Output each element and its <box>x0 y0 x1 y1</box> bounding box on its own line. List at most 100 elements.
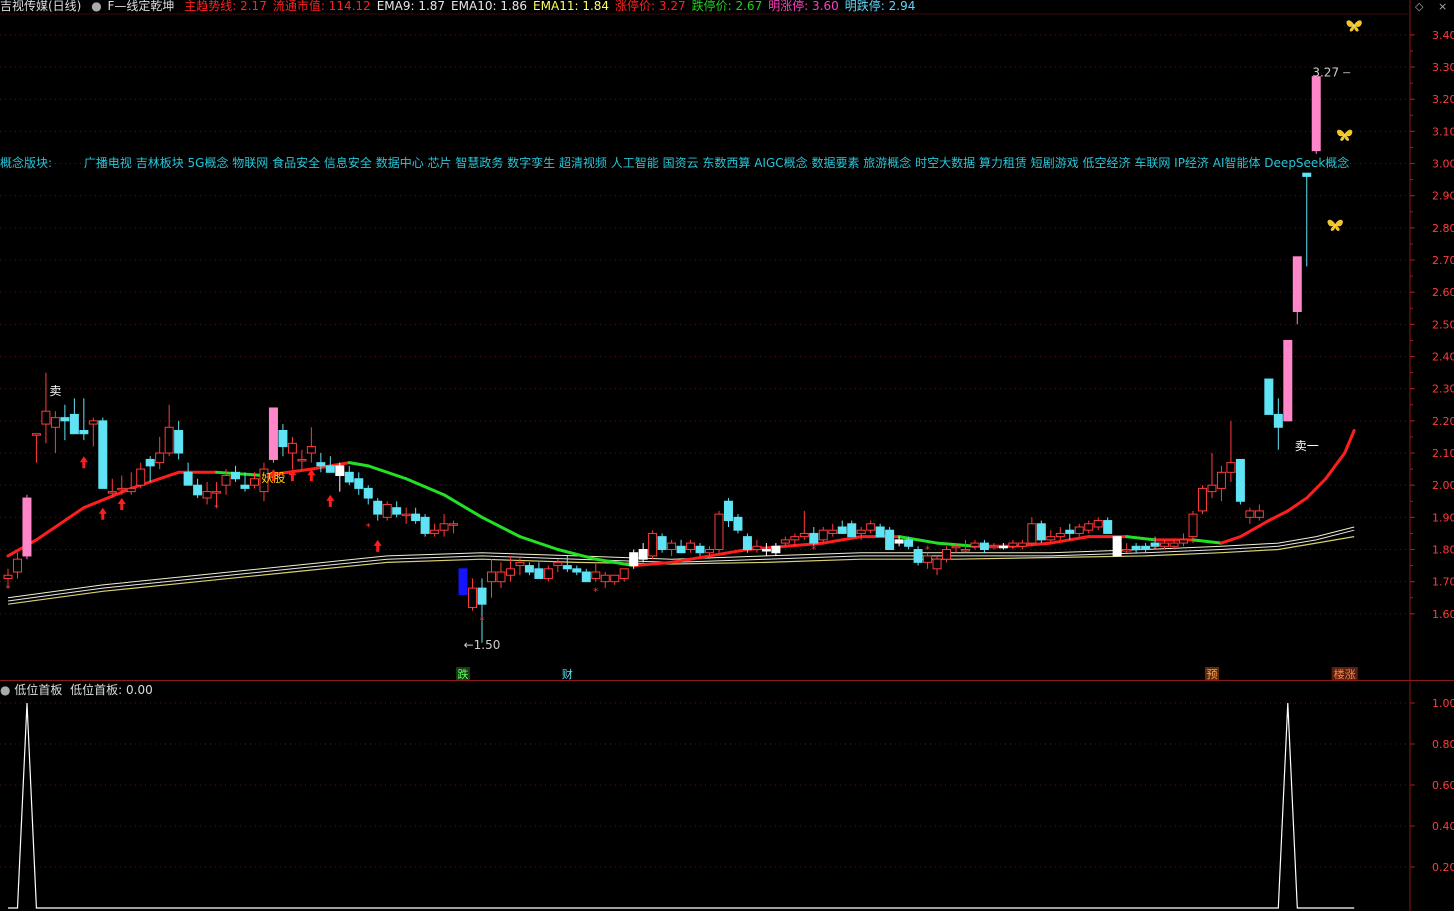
candle-body[interactable] <box>401 513 411 517</box>
candle-body[interactable] <box>430 529 440 534</box>
candle-body[interactable] <box>818 529 828 541</box>
candle-body[interactable] <box>1008 542 1018 547</box>
sub-indicator-name[interactable]: 低位首板 <box>14 683 62 697</box>
candle-body[interactable] <box>297 458 307 462</box>
candle-body[interactable] <box>591 571 601 579</box>
candle-body[interactable] <box>468 587 478 608</box>
candle-body[interactable] <box>913 549 923 563</box>
collapse-circle-icon[interactable]: ● <box>0 683 10 697</box>
candle-body[interactable] <box>316 462 326 467</box>
candle-body[interactable] <box>581 571 591 583</box>
candle-body[interactable] <box>3 574 13 579</box>
candle-body[interactable] <box>126 487 136 493</box>
candle-body[interactable] <box>306 446 316 454</box>
candle-body[interactable] <box>979 542 989 551</box>
candle-body[interactable] <box>1103 520 1113 534</box>
candle-body[interactable] <box>1235 458 1245 502</box>
candle-body[interactable] <box>885 529 895 551</box>
candle-body[interactable] <box>904 539 914 547</box>
candle-body[interactable] <box>1027 523 1037 544</box>
candle-body[interactable] <box>875 526 885 538</box>
candle-body[interactable] <box>752 545 762 551</box>
candle-body[interactable] <box>382 503 392 518</box>
candle-body[interactable] <box>1264 378 1274 415</box>
candle-body[interactable] <box>1084 523 1094 531</box>
candle-body[interactable] <box>12 558 22 573</box>
candle-body[interactable] <box>363 487 373 499</box>
candle-body[interactable] <box>562 565 572 570</box>
chart-canvas[interactable]: 3.40 3.30 3.20 3.10 3.00 2.90 2.80 2.70 2.60 2.50… <box>0 0 1454 911</box>
candle-body[interactable] <box>373 500 383 515</box>
candle-body[interactable] <box>183 471 193 486</box>
event-marker-label[interactable]: 财 <box>562 667 573 681</box>
candle-body[interactable] <box>50 417 60 428</box>
candle-body[interactable] <box>1311 76 1321 152</box>
candle-body[interactable] <box>1283 339 1293 422</box>
candle-body[interactable] <box>231 471 241 480</box>
candle-body[interactable] <box>1112 536 1122 557</box>
candle-body[interactable] <box>790 536 800 541</box>
candle-body[interactable] <box>354 478 364 489</box>
candle-body[interactable] <box>572 568 582 573</box>
candle-body[interactable] <box>1197 487 1207 512</box>
candle-body[interactable] <box>894 539 904 544</box>
candle-body[interactable] <box>1207 484 1217 493</box>
candle-body[interactable] <box>392 507 402 515</box>
candle-body[interactable] <box>449 523 459 526</box>
candle-body[interactable] <box>1216 471 1226 489</box>
candle-body[interactable] <box>856 529 866 534</box>
candle-body[interactable] <box>923 555 933 563</box>
candle-body[interactable] <box>951 545 961 549</box>
candle-body[interactable] <box>771 545 781 554</box>
candle-body[interactable] <box>287 442 297 454</box>
candle-body[interactable] <box>847 523 857 538</box>
candle-body[interactable] <box>705 549 715 554</box>
candle-body[interactable] <box>69 413 79 435</box>
candle-body[interactable] <box>107 491 117 494</box>
candle-body[interactable] <box>439 523 449 531</box>
candle-body[interactable] <box>638 549 648 560</box>
candle-body[interactable] <box>344 471 354 483</box>
candle-body[interactable] <box>420 516 430 534</box>
candle-body[interactable] <box>733 516 743 531</box>
candle-body[interactable] <box>1065 529 1075 534</box>
candle-body[interactable] <box>477 587 487 605</box>
event-marker-label[interactable]: 预 <box>1206 668 1217 681</box>
candle-body[interactable] <box>695 545 705 554</box>
candle-body[interactable] <box>249 478 259 486</box>
candle-body[interactable] <box>989 545 999 549</box>
candle-body[interactable] <box>610 574 620 583</box>
candle-body[interactable] <box>1273 413 1283 428</box>
candle-body[interactable] <box>325 465 335 473</box>
candle-body[interactable] <box>942 549 952 560</box>
candle-body[interactable] <box>41 410 51 425</box>
candle-body[interactable] <box>629 552 639 567</box>
candle-body[interactable] <box>88 420 98 425</box>
candle-body[interactable] <box>278 429 288 448</box>
candle-body[interactable] <box>837 526 847 534</box>
candle-body[interactable] <box>686 542 696 551</box>
candle-body[interactable] <box>212 491 222 494</box>
candle-body[interactable] <box>411 513 421 522</box>
candle-body[interactable] <box>496 571 506 583</box>
candle-body[interactable] <box>1254 510 1264 518</box>
candle-body[interactable] <box>268 407 278 460</box>
candle-body[interactable] <box>1160 542 1170 547</box>
candle-body[interactable] <box>79 429 89 435</box>
candle-body[interactable] <box>221 475 231 486</box>
candle-body[interactable] <box>998 545 1008 549</box>
candle-body[interactable] <box>667 542 677 551</box>
candle-body[interactable] <box>164 426 174 454</box>
candle-body[interactable] <box>98 420 108 489</box>
close-icon[interactable]: × <box>1438 0 1447 13</box>
candle-body[interactable] <box>799 532 809 538</box>
candle-body[interactable] <box>1074 526 1084 534</box>
candle-body[interactable] <box>742 536 752 551</box>
candle-body[interactable] <box>193 484 203 496</box>
candle-body[interactable] <box>1226 462 1236 473</box>
candle-body[interactable] <box>932 558 942 570</box>
candle-body[interactable] <box>202 491 212 499</box>
candle-body[interactable] <box>335 465 345 477</box>
candle-body[interactable] <box>524 565 534 573</box>
candle-body[interactable] <box>553 561 563 567</box>
